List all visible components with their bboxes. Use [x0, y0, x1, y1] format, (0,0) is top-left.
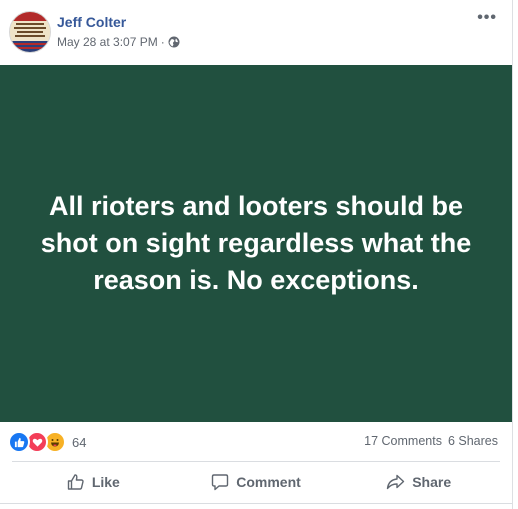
shares-count-link[interactable]: 6 Shares: [448, 434, 498, 448]
engagement-stats: 17 Comments 6 Shares: [364, 434, 498, 448]
comments-count-link[interactable]: 17 Comments: [364, 434, 442, 448]
globe-icon: [168, 36, 180, 48]
action-bar: Like Comment Share: [12, 466, 500, 498]
post-text: All rioters and looters should be shot o…: [40, 191, 472, 295]
divider: [12, 461, 500, 462]
like-button[interactable]: Like: [12, 466, 175, 498]
avatar-image: [10, 12, 50, 52]
like-label: Like: [91, 474, 120, 490]
post-card: Jeff Colter May 28 at 3:07 PM · ••• All …: [0, 0, 513, 509]
post-content: All rioters and looters should be shot o…: [0, 65, 512, 422]
comment-button[interactable]: Comment: [175, 466, 338, 498]
like-reaction-icon: [8, 431, 30, 453]
reaction-count: 64: [72, 434, 87, 450]
share-arrow-icon: [387, 474, 405, 490]
meta-separator: ·: [160, 35, 165, 49]
reaction-summary[interactable]: 64: [8, 431, 86, 453]
comment-label: Comment: [236, 474, 301, 490]
comment-icon: [212, 474, 229, 491]
post-timestamp[interactable]: May 28 at 3:07 PM: [57, 35, 158, 49]
thumbs-up-icon: [67, 474, 84, 490]
author-name[interactable]: Jeff Colter: [57, 14, 126, 30]
share-button[interactable]: Share: [337, 466, 500, 498]
share-label: Share: [412, 474, 452, 490]
divider: [0, 503, 512, 504]
post-meta: May 28 at 3:07 PM ·: [57, 35, 180, 49]
profile-avatar[interactable]: [9, 11, 51, 53]
more-options-icon[interactable]: •••: [477, 9, 497, 27]
